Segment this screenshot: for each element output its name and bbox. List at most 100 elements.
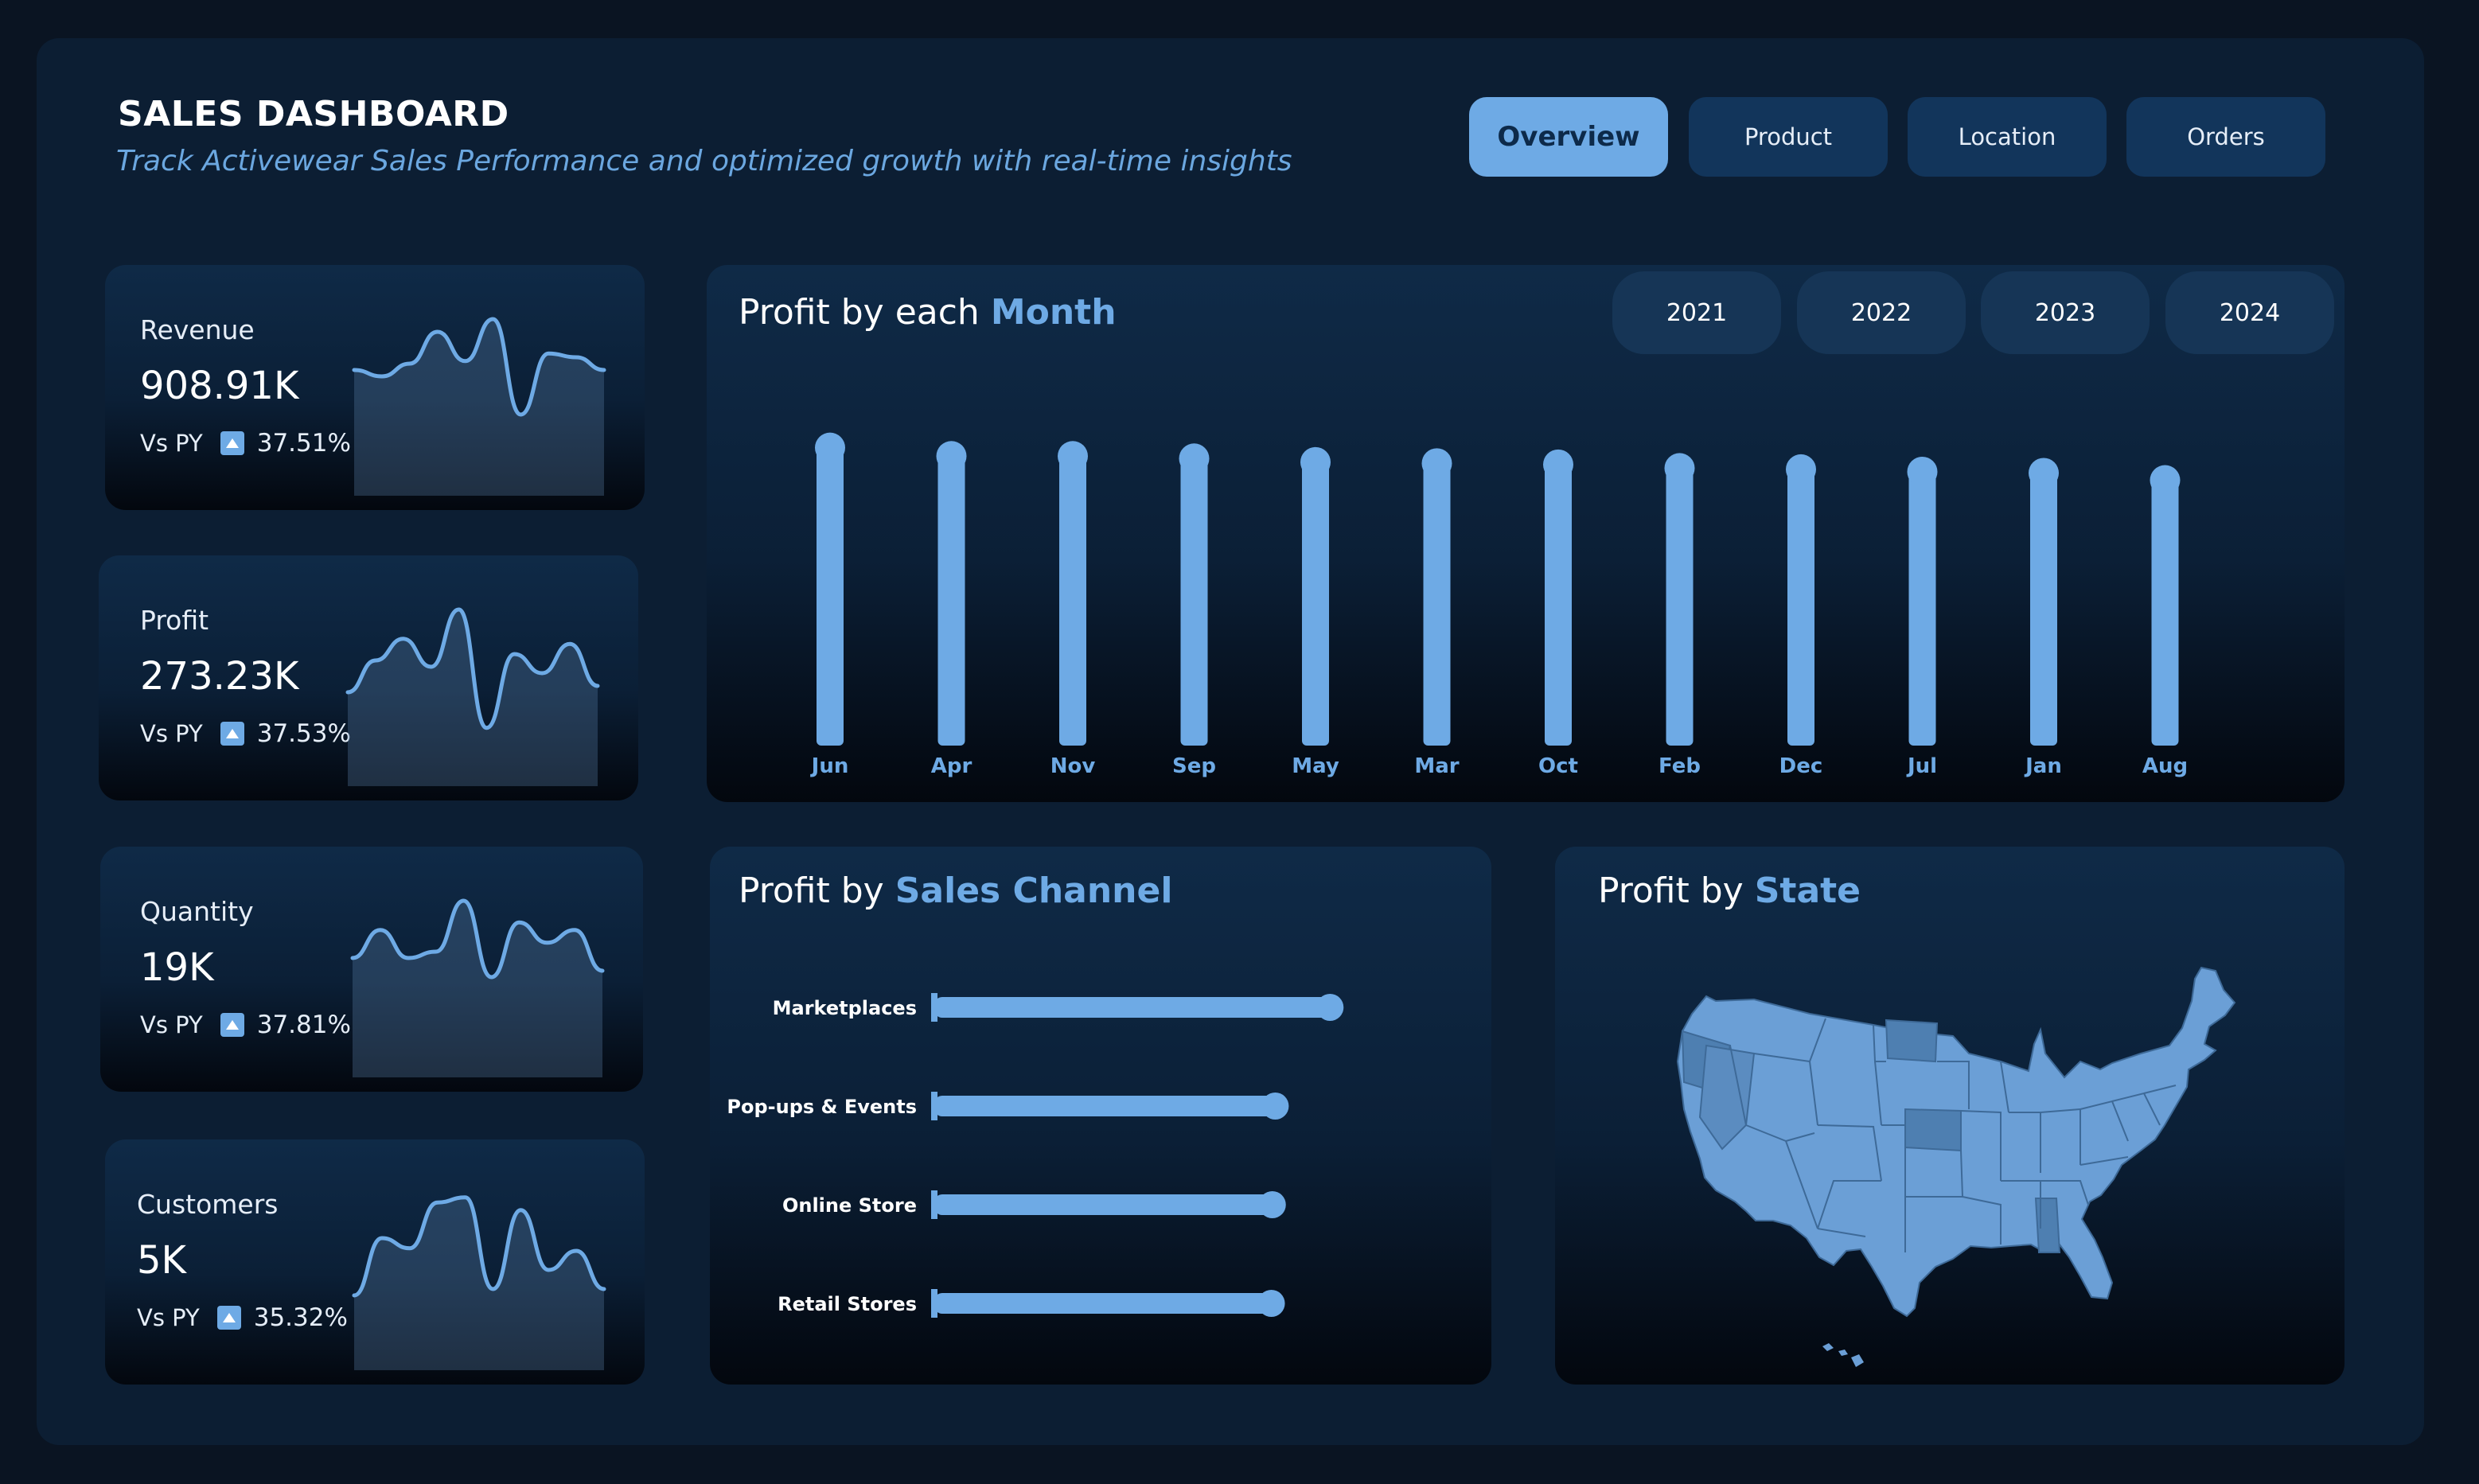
month-tick-label: Dec [1779,754,1823,778]
vs-label: Vs PY [140,430,203,457]
month-bar-cap [1664,453,1695,484]
kpi-value: 908.91K [140,364,299,408]
us-map-state-highlight [1904,1108,1962,1152]
month-bar[interactable] [1423,458,1451,746]
month-bar[interactable] [1545,459,1572,746]
month-bar[interactable] [1787,464,1814,746]
kpi-label: Profit [140,605,209,636]
kpi-comparison: Vs PY 35.32% [137,1303,348,1332]
kpi-value: 19K [140,945,214,990]
kpi-value: 273.23K [140,654,299,699]
month-bar-cap [1179,443,1210,474]
month-bar[interactable] [1180,454,1208,746]
month-bar-cap [1907,456,1938,487]
kpi-card-customers: Customers 5K Vs PY 35.32% [105,1139,645,1385]
panel-title-highlight: State [1754,871,1861,911]
page-subtitle: Track Activewear Sales Performance and o… [116,145,1292,177]
revenue-sparkline [352,317,606,496]
month-bar[interactable] [817,442,844,746]
month-bar[interactable] [1059,451,1086,746]
month-bar-cap [1543,449,1573,480]
kpi-change: 37.81% [256,1011,351,1039]
kpi-label: Quantity [140,896,254,927]
month-bar-cap [2150,465,2181,496]
channel-bar-start [931,993,937,1022]
panel-profit-by-month: Profit by each Month 2021 2022 2023 2024… [707,265,2345,802]
channel-bar-start [931,1190,937,1219]
panel-title: Profit by State [1598,871,1861,911]
vs-label: Vs PY [140,1011,203,1038]
channel-bar[interactable] [934,1293,1272,1314]
channel-bar-cap [1258,1191,1286,1218]
kpi-comparison: Vs PY 37.53% [140,719,351,748]
kpi-change: 37.51% [256,429,351,458]
month-bar-chart: Jun Apr Nov Sep May Mar Oct Feb Dec Jul Jan Aug [810,432,2188,778]
kpi-card-profit: Profit 273.23K Vs PY 37.53% [99,555,638,800]
channel-bar-start [931,1092,937,1120]
month-bar[interactable] [1302,457,1329,746]
kpi-card-revenue: Revenue 908.91K Vs PY 37.51% [105,265,645,510]
trend-up-icon [220,722,244,746]
channel-bar-start [931,1289,937,1318]
month-bar-cap [1058,441,1088,472]
vs-label: Vs PY [140,720,203,747]
tab-overview[interactable]: Overview [1469,97,1668,177]
channel-bar-cap [1316,994,1344,1021]
tab-location[interactable]: Location [1908,97,2107,177]
month-bar[interactable] [1666,463,1694,746]
us-map-state-highlight [1885,1019,1939,1063]
kpi-change: 35.32% [253,1303,348,1332]
tab-orders[interactable]: Orders [2126,97,2325,177]
kpi-change: 37.53% [256,719,351,748]
month-bar[interactable] [2030,468,2057,746]
month-bar[interactable] [2151,475,2179,746]
channel-tick-label: Marketplaces [773,997,917,1019]
month-bar[interactable] [1908,466,1936,746]
month-tick-label: Mar [1414,754,1459,778]
channel-bar[interactable] [934,1194,1273,1215]
kpi-label: Customers [137,1189,279,1220]
month-bar-cap [936,441,967,472]
us-map-state-highlight [2034,1198,2061,1253]
channel-bar-chart: Marketplaces Pop-ups & Events Online Store… [727,993,1344,1318]
kpi-comparison: Vs PY 37.51% [140,429,351,458]
kpi-label: Revenue [140,314,255,345]
month-tick-label: Apr [931,754,973,778]
kpi-value: 5K [137,1238,187,1283]
month-bar-cap [1786,454,1816,485]
trend-up-icon [216,1306,241,1330]
month-tick-label: Jul [1906,754,1937,778]
sparkline-area [353,901,602,1077]
sparkline-area [354,1197,604,1370]
us-map-hawaii [1822,1343,1864,1367]
month-tick-label: May [1292,754,1339,778]
month-tick-label: Sep [1172,754,1216,778]
month-tick-label: Oct [1538,754,1578,778]
trend-up-icon [220,431,244,455]
customers-sparkline [352,1195,606,1370]
month-bar-cap [2029,458,2059,489]
month-tick-label: Feb [1659,754,1701,778]
panel-profit-by-state: Profit by State [1555,847,2345,1385]
channel-bar[interactable] [934,1096,1276,1116]
month-tick-label: Nov [1050,754,1096,778]
month-tick-label: Aug [2142,754,2188,778]
panel-profit-by-channel: Profit by Sales Channel Marketplaces Pop-… [710,847,1491,1385]
profit-sparkline [345,607,600,786]
month-bar-cap [815,432,845,463]
month-tick-label: Jan [2024,754,2062,778]
channel-tick-label: Retail Stores [778,1293,917,1315]
month-bar-cap [1421,448,1452,479]
trend-up-icon [220,1013,244,1037]
us-map [1676,966,2236,1367]
sparkline-area [348,610,598,786]
page-title: SALES DASHBOARD [118,94,509,134]
tab-product[interactable]: Product [1689,97,1888,177]
vs-label: Vs PY [137,1304,200,1331]
kpi-comparison: Vs PY 37.81% [140,1011,351,1039]
month-tick-label: Jun [810,754,849,778]
channel-bar-cap [1257,1290,1285,1317]
panel-title-prefix: Profit by [1598,871,1744,911]
channel-bar[interactable] [934,997,1331,1018]
month-bar[interactable] [937,451,965,746]
